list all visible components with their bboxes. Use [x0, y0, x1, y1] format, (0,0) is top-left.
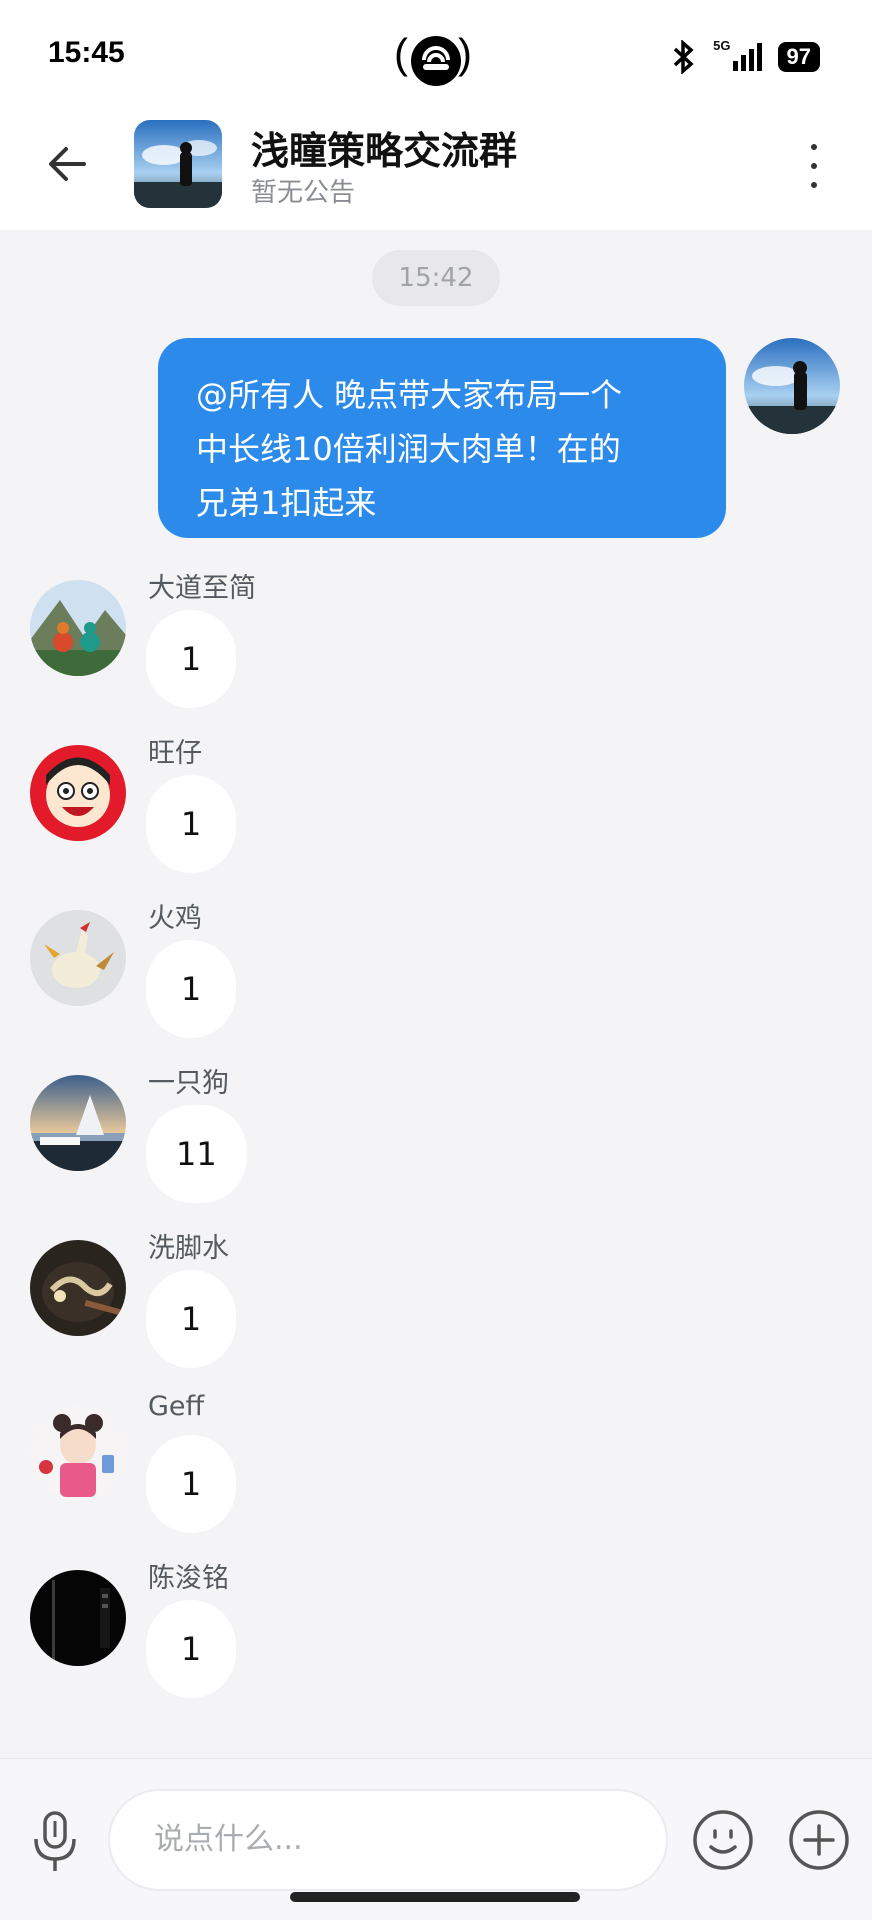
sender-name: 陈浚铭 [148, 1563, 229, 1594]
sender-name: 大道至简 [148, 573, 256, 604]
hotspot-icon [411, 36, 461, 86]
plus-circle-icon[interactable] [788, 1809, 850, 1871]
group-title[interactable]: 浅瞳策略交流群 [251, 120, 517, 175]
microphone-icon[interactable] [30, 1809, 80, 1873]
sender-name: 旺仔 [148, 738, 202, 769]
avatar[interactable] [30, 1570, 126, 1666]
bluetooth-icon [673, 40, 694, 74]
my-avatar[interactable] [744, 338, 840, 434]
avatar[interactable] [30, 1075, 126, 1171]
sender-name: 火鸡 [148, 903, 202, 934]
avatar[interactable] [30, 1405, 126, 1501]
network-type: 5G [713, 37, 731, 53]
list-item: Geff 1 [0, 1391, 872, 1551]
battery-indicator: 97 [777, 42, 820, 72]
avatar[interactable] [30, 1240, 126, 1336]
list-item: 一只狗 11 [0, 1061, 872, 1221]
home-indicator[interactable] [290, 1892, 580, 1902]
message-bubble[interactable]: 1 [146, 1270, 236, 1368]
message-line: 兄弟1扣起来 [196, 484, 377, 522]
message-bubble[interactable]: 1 [146, 1435, 236, 1533]
message-bubble[interactable]: 1 [146, 940, 236, 1038]
list-item: 陈浚铭 1 [0, 1556, 872, 1716]
message-bubble[interactable]: 1 [146, 610, 236, 708]
list-item: 旺仔 1 [0, 731, 872, 891]
message-line: 中长线10倍利润大肉单！在的 [196, 430, 621, 468]
emoji-icon[interactable] [692, 1809, 754, 1871]
island-right-bracket: ) [458, 30, 472, 77]
group-avatar[interactable] [134, 120, 222, 208]
status-time: 15:45 [48, 36, 125, 69]
message-bubble[interactable]: 11 [146, 1105, 247, 1203]
dynamic-island: ( ) [394, 30, 476, 86]
island-left-bracket: ( [394, 30, 408, 77]
message-timestamp: 15:42 [372, 250, 500, 306]
list-item: 洗脚水 1 [0, 1226, 872, 1386]
sender-name: 洗脚水 [148, 1233, 229, 1264]
more-vertical-icon[interactable] [806, 144, 822, 188]
group-notice[interactable]: 暂无公告 [251, 172, 355, 209]
message-input[interactable]: 说点什么... [108, 1789, 668, 1891]
status-icons: 5G 97 [671, 37, 820, 74]
list-item: 火鸡 1 [0, 896, 872, 1056]
avatar[interactable] [30, 910, 126, 1006]
message-bubble[interactable]: 1 [146, 1600, 236, 1698]
outgoing-message-bubble[interactable]: @所有人 晚点带大家布局一个 中长线10倍利润大肉单！在的 兄弟1扣起来 [158, 338, 726, 538]
sender-name: Geff [148, 1391, 205, 1422]
message-line: @所有人 晚点带大家布局一个 [196, 376, 623, 414]
sender-name: 一只狗 [148, 1068, 229, 1099]
message-bubble[interactable]: 1 [146, 775, 236, 873]
avatar[interactable] [30, 745, 126, 841]
signal-icon [732, 43, 762, 71]
list-item: 大道至简 1 [0, 566, 872, 726]
back-arrow-icon[interactable] [44, 140, 92, 188]
avatar[interactable] [30, 580, 126, 676]
